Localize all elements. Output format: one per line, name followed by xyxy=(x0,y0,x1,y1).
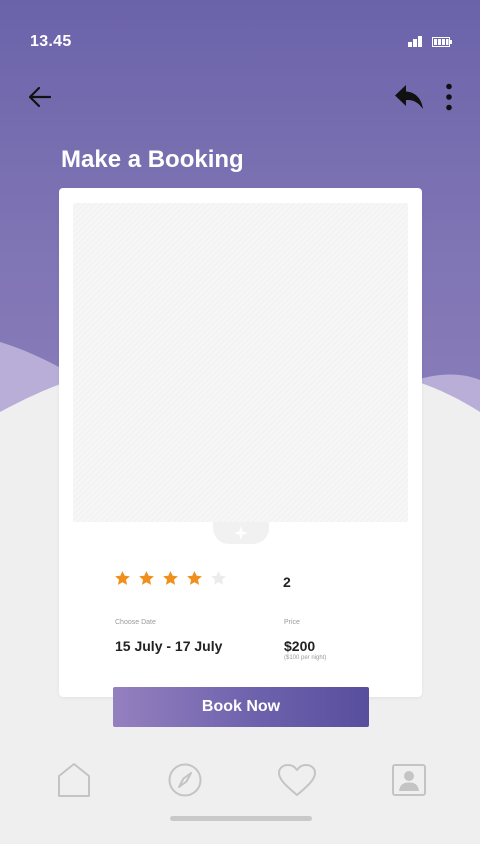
rating-stars[interactable] xyxy=(114,570,227,587)
star-filled-icon[interactable] xyxy=(186,570,203,587)
page-title: Make a Booking xyxy=(61,146,244,173)
heart-icon xyxy=(278,764,316,796)
book-now-button[interactable]: Book Now xyxy=(113,687,369,727)
date-label: Choose Date xyxy=(115,619,156,626)
status-time: 13.45 xyxy=(30,33,72,50)
nav-home[interactable] xyxy=(52,758,96,802)
price-label: Price xyxy=(284,619,300,626)
back-button[interactable] xyxy=(22,79,58,115)
more-options-button[interactable] xyxy=(431,79,467,115)
price-value: $200 xyxy=(284,638,316,654)
vertical-ellipsis-icon xyxy=(446,83,452,111)
share-button[interactable] xyxy=(391,79,427,115)
photo-expand-handle[interactable] xyxy=(213,522,269,544)
home-indicator xyxy=(170,816,312,821)
battery-icon xyxy=(432,37,452,47)
home-icon xyxy=(58,763,90,797)
status-bar: 13.45 xyxy=(0,0,480,84)
booking-card: 2 Choose Date 15 July - 17 July Price $2… xyxy=(59,188,422,697)
star-filled-icon[interactable] xyxy=(162,570,179,587)
sparkle-icon xyxy=(234,526,248,540)
reply-arrow-icon xyxy=(395,85,423,109)
compass-icon xyxy=(168,763,202,797)
star-empty-icon[interactable] xyxy=(210,570,227,587)
bottom-navigation xyxy=(0,758,480,808)
star-filled-icon[interactable] xyxy=(114,570,131,587)
nav-explore[interactable] xyxy=(163,758,207,802)
date-value[interactable]: 15 July - 17 July xyxy=(115,638,222,654)
signal-icon xyxy=(408,36,422,47)
star-filled-icon[interactable] xyxy=(138,570,155,587)
listing-photo[interactable] xyxy=(73,203,408,522)
booking-screen: 13.45 Make a Booking 2 Choose Date 15 Ju… xyxy=(0,0,480,844)
guest-count: 2 xyxy=(283,574,291,590)
nav-favorites[interactable] xyxy=(275,758,319,802)
price-per-night-note: ($100 per night) xyxy=(284,655,327,661)
user-profile-icon xyxy=(392,764,426,796)
nav-profile[interactable] xyxy=(387,758,431,802)
arrow-left-icon xyxy=(28,86,52,108)
